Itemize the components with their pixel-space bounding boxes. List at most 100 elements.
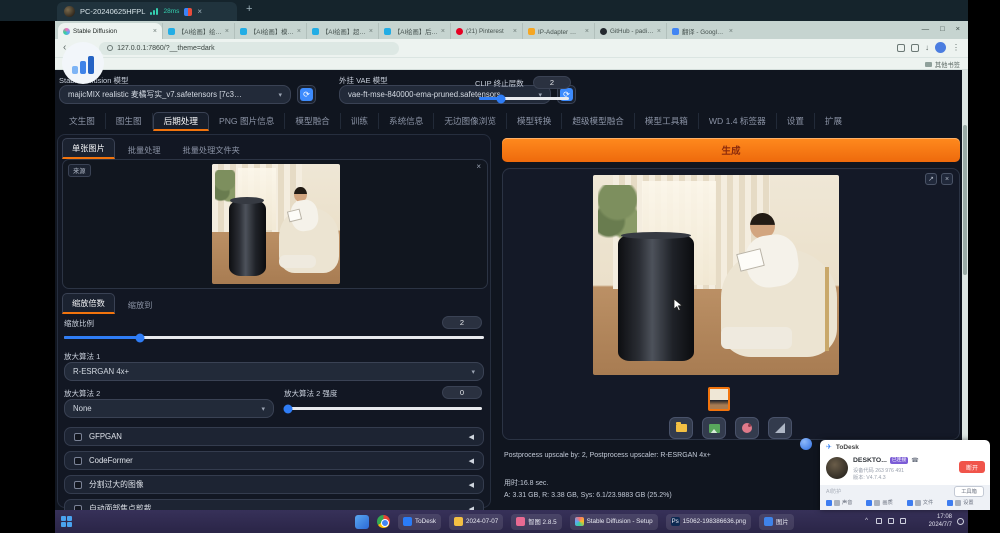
taskbar-sd-setup[interactable]: Stable Diffusion - Setup	[570, 514, 658, 530]
browser-tab[interactable]: 【AI绘画】后期处理实战教程×	[378, 23, 450, 39]
url-bar[interactable]: 127.0.0.1:7860/?__theme=dark	[99, 42, 399, 55]
close-session-icon[interactable]: ×	[197, 7, 202, 16]
slider-knob[interactable]	[135, 333, 144, 342]
tray-network-icon[interactable]	[876, 518, 882, 524]
close-tab-icon[interactable]: ×	[513, 28, 517, 35]
collapse-icon[interactable]: ◀	[469, 433, 474, 441]
phone-icon[interactable]: ☎	[911, 457, 918, 464]
start-button[interactable]	[61, 516, 72, 527]
extension-icon[interactable]	[897, 44, 905, 52]
clear-image-icon[interactable]: ×	[476, 162, 481, 171]
tab-scale-to[interactable]: 缩放到	[119, 296, 162, 314]
todesk-floating-ball[interactable]	[800, 438, 812, 450]
tab-train[interactable]: 训练	[341, 113, 379, 129]
save-image-button[interactable]	[702, 417, 726, 439]
tab-model-toolkit[interactable]: 模型工具箱	[635, 113, 699, 129]
upscaler2-strength-value[interactable]: 0	[442, 386, 482, 399]
gallery-thumbnail[interactable]	[708, 387, 730, 411]
browser-tab-active[interactable]: Stable Diffusion ×	[58, 23, 162, 39]
profile-avatar[interactable]	[935, 42, 946, 53]
upscaler2-strength-slider[interactable]	[284, 407, 482, 410]
checkbox[interactable]	[74, 433, 82, 441]
disconnect-button[interactable]: 断开	[959, 461, 985, 473]
tab-system-info[interactable]: 系统信息	[379, 113, 434, 129]
tab-extras[interactable]: 后期处理	[153, 112, 209, 131]
tab-extensions[interactable]: 扩展	[815, 113, 852, 129]
session-grid-icon[interactable]	[184, 8, 192, 16]
source-image-dropzone[interactable]: 来源 ×	[62, 159, 488, 289]
tab-model-converter[interactable]: 模型转换	[507, 113, 562, 129]
tab-checkpoint-merger[interactable]: 模型融合	[285, 113, 340, 129]
close-tab-icon[interactable]: ×	[657, 28, 661, 35]
tab-single-image[interactable]: 单张图片	[62, 138, 115, 159]
browser-tab[interactable]: 【AI绘画】模型安装与推荐教程×	[234, 23, 306, 39]
toolbox-button[interactable]: 工具箱	[954, 486, 984, 497]
taskbar-zhitu[interactable]: 智图 2.8.5	[511, 514, 561, 530]
tab-png-info[interactable]: PNG 图片信息	[209, 113, 285, 129]
source-image[interactable]	[212, 164, 340, 284]
accordion-gfpgan[interactable]: GFPGAN ◀	[64, 427, 484, 446]
widgets-icon[interactable]	[355, 515, 369, 529]
tray-chevron-icon[interactable]: ^	[865, 517, 868, 524]
open-folder-button[interactable]	[669, 417, 693, 439]
sound-toggle[interactable]: 声音	[826, 499, 852, 506]
browser-tab[interactable]: 翻译 - Google 翻译×	[666, 23, 738, 39]
taskbar-todesk[interactable]: ToDesk	[398, 514, 441, 530]
accordion-codeformer[interactable]: CodeFormer ◀	[64, 451, 484, 470]
tab-scale-by[interactable]: 缩放倍数	[62, 293, 115, 314]
download-icon[interactable]: ↓	[925, 44, 929, 52]
new-session-button[interactable]: +	[246, 3, 252, 15]
generate-button[interactable]: 生成	[502, 138, 960, 162]
collapse-icon[interactable]: ◀	[469, 457, 474, 465]
minimize-button[interactable]: —	[922, 24, 930, 33]
close-tab-icon[interactable]: ×	[369, 28, 373, 35]
settings-button[interactable]: 设置	[947, 499, 973, 506]
refresh-sd-model-button[interactable]: ⟳	[297, 85, 316, 104]
tab-txt2img[interactable]: 文生图	[59, 113, 106, 129]
send-to-extras-button[interactable]	[768, 417, 792, 439]
tab-wd14-tagger[interactable]: WD 1.4 标签器	[699, 113, 777, 129]
taskbar-photoshop-file[interactable]: Ps15062-198386636.png	[666, 514, 751, 530]
notification-icon[interactable]	[957, 518, 964, 525]
checkbox[interactable]	[74, 457, 82, 465]
sidepanel-icon[interactable]	[911, 44, 919, 52]
chrome-icon[interactable]	[377, 515, 390, 528]
close-tab-icon[interactable]: ×	[153, 28, 157, 35]
site-info-icon[interactable]	[107, 45, 113, 51]
result-image[interactable]	[593, 175, 839, 375]
upscaler1-dropdown[interactable]: R-ESRGAN 4x+ ▾	[64, 362, 484, 381]
maximize-button[interactable]: □	[940, 24, 945, 33]
scrollbar-thumb[interactable]	[963, 125, 967, 275]
tab-super-merger[interactable]: 超级模型融合	[562, 113, 635, 129]
tray-volume-icon[interactable]	[888, 518, 894, 524]
browser-tab[interactable]: GitHub - padix/StableDiffusion×	[594, 23, 666, 39]
close-tab-icon[interactable]: ×	[225, 28, 229, 35]
browser-tab[interactable]: 【AI绘画】超分放大算法对比教程×	[306, 23, 378, 39]
close-tab-icon[interactable]: ×	[585, 28, 589, 35]
accordion-auto-face-crop[interactable]: 自动面部焦点剪裁 ◀	[64, 499, 484, 510]
tray-language-icon[interactable]	[900, 518, 906, 524]
close-tab-icon[interactable]: ×	[441, 28, 445, 35]
browser-tab[interactable]: IP-Adapter 模型下载×	[522, 23, 594, 39]
slider-knob[interactable]	[283, 404, 292, 413]
collapse-icon[interactable]: ◀	[469, 481, 474, 489]
tab-infinite-browser[interactable]: 无边图像浏览	[434, 113, 507, 129]
accordion-split-oversized[interactable]: 分割过大的图像 ◀	[64, 475, 484, 494]
browser-tab[interactable]: (21) Pinterest×	[450, 23, 522, 39]
close-window-button[interactable]: ×	[956, 24, 960, 33]
taskbar-folder[interactable]: 2024-07-07	[449, 514, 503, 530]
sd-model-dropdown[interactable]: majicMIX realistic 麦橘写实_v7.safetensors […	[59, 85, 291, 104]
popout-icon[interactable]: ↗	[925, 173, 937, 185]
scale-ratio-slider[interactable]	[64, 336, 484, 339]
close-tab-icon[interactable]: ×	[729, 28, 733, 35]
slider-knob[interactable]	[496, 94, 505, 103]
tray-clock[interactable]: 17:08 2024/7/7	[929, 514, 952, 529]
clip-skip-slider[interactable]	[479, 97, 569, 100]
browser-tab[interactable]: 【AI绘画】绘世整合包 v4.2 使用教程×	[162, 23, 234, 39]
tab-batch-from-dir[interactable]: 批量处理文件夹	[174, 141, 249, 159]
checkbox[interactable]	[74, 481, 82, 489]
close-tab-icon[interactable]: ×	[297, 28, 301, 35]
scale-ratio-value[interactable]: 2	[442, 316, 482, 329]
tab-settings[interactable]: 设置	[777, 113, 815, 129]
quality-toggle[interactable]: 画质	[866, 499, 892, 506]
